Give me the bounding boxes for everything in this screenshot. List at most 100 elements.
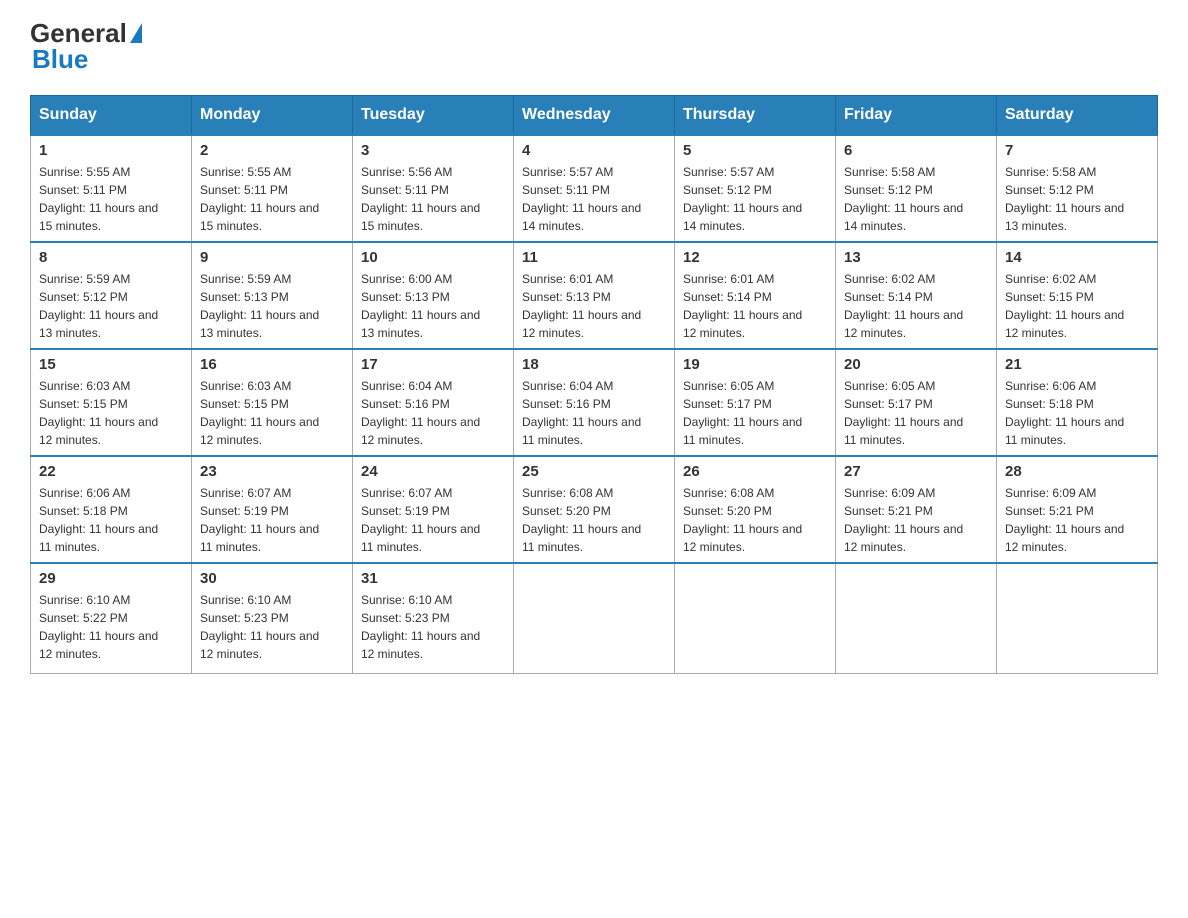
day-info: Sunrise: 6:00 AMSunset: 5:13 PMDaylight:…: [361, 272, 480, 340]
day-info: Sunrise: 6:10 AMSunset: 5:23 PMDaylight:…: [361, 593, 480, 661]
header-friday: Friday: [836, 96, 997, 136]
day-number: 10: [361, 249, 505, 266]
calendar-cell: 17 Sunrise: 6:04 AMSunset: 5:16 PMDaylig…: [353, 349, 514, 456]
page-header: General Blue: [30, 20, 1158, 75]
calendar-cell: 7 Sunrise: 5:58 AMSunset: 5:12 PMDayligh…: [997, 135, 1158, 242]
day-info: Sunrise: 6:06 AMSunset: 5:18 PMDaylight:…: [1005, 379, 1124, 447]
day-info: Sunrise: 5:57 AMSunset: 5:11 PMDaylight:…: [522, 165, 641, 233]
day-info: Sunrise: 6:05 AMSunset: 5:17 PMDaylight:…: [683, 379, 802, 447]
day-info: Sunrise: 6:04 AMSunset: 5:16 PMDaylight:…: [361, 379, 480, 447]
day-number: 11: [522, 249, 666, 266]
calendar-cell: 5 Sunrise: 5:57 AMSunset: 5:12 PMDayligh…: [675, 135, 836, 242]
day-number: 29: [39, 570, 183, 587]
day-number: 14: [1005, 249, 1149, 266]
calendar-cell: 9 Sunrise: 5:59 AMSunset: 5:13 PMDayligh…: [192, 242, 353, 349]
calendar-cell: 16 Sunrise: 6:03 AMSunset: 5:15 PMDaylig…: [192, 349, 353, 456]
day-number: 16: [200, 356, 344, 373]
day-info: Sunrise: 6:09 AMSunset: 5:21 PMDaylight:…: [844, 486, 963, 554]
day-number: 19: [683, 356, 827, 373]
calendar-cell: 29 Sunrise: 6:10 AMSunset: 5:22 PMDaylig…: [31, 563, 192, 673]
calendar-cell: 19 Sunrise: 6:05 AMSunset: 5:17 PMDaylig…: [675, 349, 836, 456]
day-info: Sunrise: 6:06 AMSunset: 5:18 PMDaylight:…: [39, 486, 158, 554]
day-number: 27: [844, 463, 988, 480]
calendar-cell: 22 Sunrise: 6:06 AMSunset: 5:18 PMDaylig…: [31, 456, 192, 563]
header-saturday: Saturday: [997, 96, 1158, 136]
calendar-cell: 3 Sunrise: 5:56 AMSunset: 5:11 PMDayligh…: [353, 135, 514, 242]
logo: General Blue: [30, 20, 145, 75]
calendar-cell: 27 Sunrise: 6:09 AMSunset: 5:21 PMDaylig…: [836, 456, 997, 563]
calendar-cell: 26 Sunrise: 6:08 AMSunset: 5:20 PMDaylig…: [675, 456, 836, 563]
logo-triangle-icon: [130, 23, 142, 43]
day-info: Sunrise: 5:56 AMSunset: 5:11 PMDaylight:…: [361, 165, 480, 233]
calendar-cell: 21 Sunrise: 6:06 AMSunset: 5:18 PMDaylig…: [997, 349, 1158, 456]
calendar-cell: 8 Sunrise: 5:59 AMSunset: 5:12 PMDayligh…: [31, 242, 192, 349]
day-number: 1: [39, 142, 183, 159]
calendar-cell: 11 Sunrise: 6:01 AMSunset: 5:13 PMDaylig…: [514, 242, 675, 349]
logo-general-text: General: [30, 20, 127, 46]
day-info: Sunrise: 5:57 AMSunset: 5:12 PMDaylight:…: [683, 165, 802, 233]
calendar-table: SundayMondayTuesdayWednesdayThursdayFrid…: [30, 95, 1158, 674]
day-number: 17: [361, 356, 505, 373]
calendar-week-row: 15 Sunrise: 6:03 AMSunset: 5:15 PMDaylig…: [31, 349, 1158, 456]
day-info: Sunrise: 6:04 AMSunset: 5:16 PMDaylight:…: [522, 379, 641, 447]
day-info: Sunrise: 6:10 AMSunset: 5:22 PMDaylight:…: [39, 593, 158, 661]
day-info: Sunrise: 6:01 AMSunset: 5:14 PMDaylight:…: [683, 272, 802, 340]
calendar-cell: [514, 563, 675, 673]
day-info: Sunrise: 5:59 AMSunset: 5:13 PMDaylight:…: [200, 272, 319, 340]
header-thursday: Thursday: [675, 96, 836, 136]
header-monday: Monday: [192, 96, 353, 136]
calendar-cell: 23 Sunrise: 6:07 AMSunset: 5:19 PMDaylig…: [192, 456, 353, 563]
day-info: Sunrise: 5:55 AMSunset: 5:11 PMDaylight:…: [39, 165, 158, 233]
day-number: 8: [39, 249, 183, 266]
day-info: Sunrise: 6:05 AMSunset: 5:17 PMDaylight:…: [844, 379, 963, 447]
header-tuesday: Tuesday: [353, 96, 514, 136]
calendar-week-row: 29 Sunrise: 6:10 AMSunset: 5:22 PMDaylig…: [31, 563, 1158, 673]
day-number: 20: [844, 356, 988, 373]
calendar-cell: 18 Sunrise: 6:04 AMSunset: 5:16 PMDaylig…: [514, 349, 675, 456]
day-info: Sunrise: 6:10 AMSunset: 5:23 PMDaylight:…: [200, 593, 319, 661]
day-info: Sunrise: 6:09 AMSunset: 5:21 PMDaylight:…: [1005, 486, 1124, 554]
calendar-week-row: 22 Sunrise: 6:06 AMSunset: 5:18 PMDaylig…: [31, 456, 1158, 563]
day-number: 9: [200, 249, 344, 266]
day-number: 24: [361, 463, 505, 480]
header-wednesday: Wednesday: [514, 96, 675, 136]
calendar-cell: 30 Sunrise: 6:10 AMSunset: 5:23 PMDaylig…: [192, 563, 353, 673]
calendar-cell: 31 Sunrise: 6:10 AMSunset: 5:23 PMDaylig…: [353, 563, 514, 673]
day-number: 18: [522, 356, 666, 373]
day-info: Sunrise: 6:01 AMSunset: 5:13 PMDaylight:…: [522, 272, 641, 340]
day-number: 13: [844, 249, 988, 266]
calendar-cell: 25 Sunrise: 6:08 AMSunset: 5:20 PMDaylig…: [514, 456, 675, 563]
day-info: Sunrise: 6:08 AMSunset: 5:20 PMDaylight:…: [522, 486, 641, 554]
calendar-cell: 13 Sunrise: 6:02 AMSunset: 5:14 PMDaylig…: [836, 242, 997, 349]
day-number: 28: [1005, 463, 1149, 480]
day-info: Sunrise: 6:07 AMSunset: 5:19 PMDaylight:…: [200, 486, 319, 554]
day-number: 4: [522, 142, 666, 159]
day-info: Sunrise: 6:02 AMSunset: 5:14 PMDaylight:…: [844, 272, 963, 340]
day-info: Sunrise: 6:02 AMSunset: 5:15 PMDaylight:…: [1005, 272, 1124, 340]
day-info: Sunrise: 5:58 AMSunset: 5:12 PMDaylight:…: [844, 165, 963, 233]
day-number: 6: [844, 142, 988, 159]
day-info: Sunrise: 5:58 AMSunset: 5:12 PMDaylight:…: [1005, 165, 1124, 233]
day-info: Sunrise: 6:07 AMSunset: 5:19 PMDaylight:…: [361, 486, 480, 554]
calendar-cell: 12 Sunrise: 6:01 AMSunset: 5:14 PMDaylig…: [675, 242, 836, 349]
calendar-cell: [675, 563, 836, 673]
day-number: 3: [361, 142, 505, 159]
calendar-cell: 24 Sunrise: 6:07 AMSunset: 5:19 PMDaylig…: [353, 456, 514, 563]
calendar-cell: 4 Sunrise: 5:57 AMSunset: 5:11 PMDayligh…: [514, 135, 675, 242]
day-number: 26: [683, 463, 827, 480]
day-number: 7: [1005, 142, 1149, 159]
header-sunday: Sunday: [31, 96, 192, 136]
day-info: Sunrise: 5:59 AMSunset: 5:12 PMDaylight:…: [39, 272, 158, 340]
day-info: Sunrise: 6:08 AMSunset: 5:20 PMDaylight:…: [683, 486, 802, 554]
calendar-cell: 28 Sunrise: 6:09 AMSunset: 5:21 PMDaylig…: [997, 456, 1158, 563]
day-number: 22: [39, 463, 183, 480]
day-number: 15: [39, 356, 183, 373]
calendar-header-row: SundayMondayTuesdayWednesdayThursdayFrid…: [31, 96, 1158, 136]
calendar-cell: 10 Sunrise: 6:00 AMSunset: 5:13 PMDaylig…: [353, 242, 514, 349]
day-number: 31: [361, 570, 505, 587]
day-number: 12: [683, 249, 827, 266]
calendar-cell: 15 Sunrise: 6:03 AMSunset: 5:15 PMDaylig…: [31, 349, 192, 456]
logo-blue-text: Blue: [32, 44, 88, 74]
day-number: 21: [1005, 356, 1149, 373]
day-number: 23: [200, 463, 344, 480]
